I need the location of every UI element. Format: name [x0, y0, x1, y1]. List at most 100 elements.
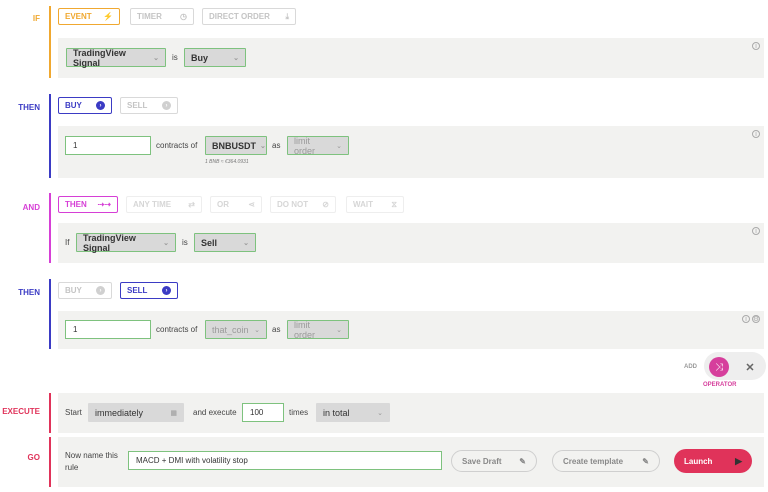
info-icon[interactable]: i: [752, 130, 760, 138]
times-input[interactable]: 100: [242, 403, 284, 422]
info-icon[interactable]: i: [742, 315, 750, 323]
or-label: OR: [217, 200, 229, 209]
go-bar: [49, 437, 51, 487]
sell-button-2[interactable]: SELL ›: [120, 282, 178, 299]
rate-hint: 1 BNB ≈ €364.0931: [205, 159, 249, 165]
quantity-input-1[interactable]: 1: [65, 136, 151, 155]
operator-label: OPERATOR: [703, 382, 737, 388]
order-type-select-1[interactable]: limit order ⌄: [287, 136, 349, 156]
arrow-right-icon: ›: [96, 286, 105, 295]
as-label: as: [272, 141, 281, 150]
wait-label: WAIT: [353, 200, 373, 209]
launch-label: Launch: [684, 456, 713, 466]
shuffle-icon[interactable]: ⤨: [709, 357, 729, 377]
sell-label: SELL: [127, 101, 148, 110]
signal-value: Buy: [191, 52, 209, 63]
as-label: as: [272, 325, 281, 334]
contracts-of-label: contracts of: [156, 325, 198, 334]
buy-button-1[interactable]: BUY ›: [58, 97, 112, 114]
buy-label: BUY: [65, 286, 82, 295]
create-template-label: Create template: [563, 456, 624, 466]
name-prompt: Now name this rule: [65, 451, 118, 472]
hourglass-icon: ⧖: [391, 199, 397, 209]
chevron-down-icon: ⌄: [254, 326, 260, 334]
any-time-option[interactable]: ANY TIME ⇄: [126, 196, 202, 213]
do-not-option[interactable]: DO NOT ⊘: [270, 196, 336, 213]
direct-order-tab[interactable]: DIRECT ORDER ⤓: [202, 8, 296, 25]
signal-value: Sell: [201, 237, 218, 248]
signal-source-select-2[interactable]: TradingView Signal ⌄: [76, 232, 176, 253]
create-template-button[interactable]: Create template ✎: [552, 450, 660, 472]
chevron-down-icon: ⌄: [233, 54, 239, 62]
wait-option[interactable]: WAIT ⧖: [346, 196, 404, 213]
is-label: is: [172, 53, 178, 62]
then-option[interactable]: THEN ⇢⇢: [58, 196, 118, 213]
signal-source-select[interactable]: TradingView Signal ⌄: [66, 48, 166, 68]
go-keyword: GO: [27, 453, 40, 462]
sell-button-1[interactable]: SELL ›: [120, 97, 178, 114]
or-option[interactable]: OR ⋖: [210, 196, 262, 213]
and-bar: [49, 193, 51, 263]
add-label: ADD: [684, 364, 697, 370]
event-tab[interactable]: EVENT ⚡: [58, 8, 120, 25]
start-select[interactable]: immediately ▦: [88, 403, 184, 422]
quantity-input-2[interactable]: 1: [65, 320, 151, 339]
launch-button[interactable]: Launch ▶: [674, 449, 752, 473]
then-order-panel-1: i: [58, 126, 764, 178]
times-label: times: [289, 408, 309, 417]
contracts-of-label: contracts of: [156, 141, 198, 150]
split-icon: ⋖: [248, 199, 255, 209]
chevron-down-icon: ⌄: [163, 239, 169, 247]
pencil-icon: ✎: [642, 456, 649, 466]
order-type-value: limit order: [294, 319, 316, 340]
coin-select-2[interactable]: that_coin ⌄: [205, 320, 267, 339]
and-execute-label: and execute: [193, 408, 237, 417]
then-keyword-2: THEN: [18, 288, 40, 297]
arrow-right-icon: ›: [96, 101, 105, 110]
coin-value: BNBUSDT: [212, 140, 256, 151]
order-type-select-2[interactable]: limit order ⌄: [287, 319, 349, 340]
buy-button-2[interactable]: BUY ›: [58, 282, 112, 299]
scope-select[interactable]: in total ⌄: [316, 403, 390, 422]
event-label: EVENT: [65, 12, 92, 21]
signal-source-value: TradingView Signal: [83, 232, 136, 253]
do-not-label: DO NOT: [277, 200, 309, 209]
close-icon[interactable]: ✕: [743, 359, 757, 375]
chevron-down-icon: ⌄: [243, 239, 249, 247]
start-label: Start: [65, 408, 82, 417]
coin-value: that_coin: [212, 324, 249, 335]
settings-icon[interactable]: ⚙: [752, 315, 760, 323]
pencil-icon: ✎: [519, 456, 526, 466]
save-draft-button[interactable]: Save Draft ✎: [451, 450, 537, 472]
sell-label: SELL: [127, 286, 148, 295]
swap-icon: ⇄: [188, 199, 195, 209]
chevron-down-icon: ⌄: [336, 326, 342, 334]
start-value: immediately: [95, 407, 144, 418]
rule-name-input[interactable]: MACD + DMI with volatility stop: [128, 451, 442, 470]
scope-value: in total: [323, 407, 350, 418]
direct-order-label: DIRECT ORDER: [209, 12, 270, 21]
then-bar-2: [49, 279, 51, 349]
info-icon[interactable]: i: [752, 227, 760, 235]
calendar-icon: ▦: [170, 409, 177, 417]
timer-tab[interactable]: TIMER ◷: [130, 8, 194, 25]
chevron-down-icon: ⌄: [153, 54, 159, 62]
lightning-icon: ⚡: [103, 11, 113, 21]
save-draft-label: Save Draft: [462, 456, 502, 466]
coin-select-1[interactable]: BNBUSDT ⌄: [205, 136, 267, 155]
play-icon: ▶: [735, 455, 742, 466]
if-keyword: IF: [32, 14, 40, 23]
then-keyword-1: THEN: [18, 103, 40, 112]
timer-label: TIMER: [137, 12, 162, 21]
chevron-down-icon: ⌄: [336, 142, 342, 150]
if-bar: [49, 6, 51, 78]
execute-keyword: EXECUTE: [2, 407, 40, 416]
execute-bar: [49, 393, 51, 433]
info-icon[interactable]: i: [752, 42, 760, 50]
signal-value-select[interactable]: Buy ⌄: [184, 48, 246, 67]
arrow-right-icon: ›: [162, 286, 171, 295]
then-option-label: THEN: [65, 200, 87, 209]
then-bar-1: [49, 94, 51, 178]
signal-value-select-2[interactable]: Sell ⌄: [194, 233, 256, 252]
and-keyword: AND: [22, 203, 40, 212]
